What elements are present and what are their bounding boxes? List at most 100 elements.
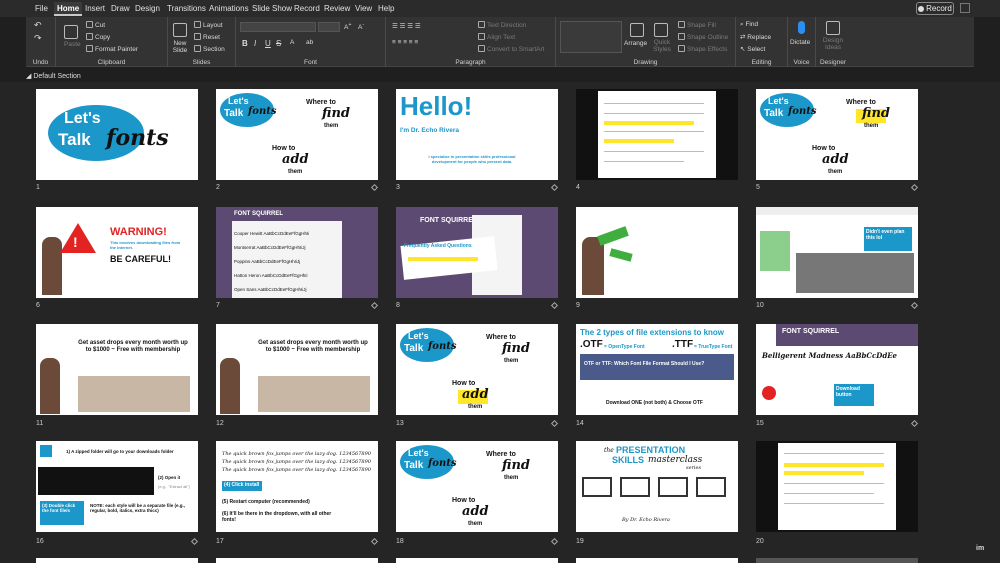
tab-transitions[interactable]: Transitions: [164, 2, 209, 16]
undo-icon[interactable]: ↶: [34, 20, 42, 31]
tab-help[interactable]: Help: [375, 2, 397, 16]
slide-25[interactable]: [756, 558, 918, 563]
tab-review[interactable]: Review: [321, 2, 353, 16]
underline-button[interactable]: U: [265, 39, 271, 48]
slide-21[interactable]: [36, 558, 198, 563]
decrease-font-icon[interactable]: A-: [358, 22, 364, 31]
slide-1[interactable]: Let's Talk fonts: [36, 89, 198, 180]
redo-icon[interactable]: ↷: [34, 33, 42, 44]
arrange-icon: [630, 23, 644, 37]
quick-styles-button[interactable]: Quick Styles: [650, 39, 674, 53]
avatar: [42, 237, 62, 295]
share-icon[interactable]: [960, 3, 970, 13]
slide-22[interactable]: [216, 558, 378, 563]
slide-7[interactable]: FONT SQUIRREL Cooper Hewitt AaBbCcDdEeFf…: [216, 207, 378, 298]
new-slide-button[interactable]: New Slide: [168, 40, 192, 54]
new-slide-icon: [173, 23, 187, 37]
section-button[interactable]: Section: [194, 45, 225, 53]
money-icon: [597, 226, 629, 246]
tab-view[interactable]: View: [352, 2, 375, 16]
laptop-icon: [620, 477, 650, 497]
microphone-icon: [798, 21, 805, 34]
transition-icon: [550, 301, 559, 310]
tab-animations[interactable]: Animations: [206, 2, 252, 16]
tab-design[interactable]: Design: [132, 2, 163, 16]
increase-font-icon[interactable]: A+: [344, 22, 352, 31]
group-drawing: Arrange Quick Styles Shape Fill Shape Ou…: [556, 17, 736, 67]
tab-file[interactable]: File: [32, 2, 51, 16]
copy-button[interactable]: Copy: [86, 33, 110, 41]
dictate-button[interactable]: Dictate: [790, 39, 810, 46]
font-size-select[interactable]: [318, 22, 340, 32]
paste-button[interactable]: Paste: [64, 41, 81, 48]
find-button[interactable]: ⌕ Find: [740, 21, 758, 29]
ribbon: ↶ ↷ Undo Paste Cut Copy Format Painter C…: [26, 17, 974, 67]
highlight-icon[interactable]: ab: [306, 39, 313, 46]
slide-3[interactable]: Hello! I'm Dr. Echo Rivera I specialize …: [396, 89, 558, 180]
tab-draw[interactable]: Draw: [108, 2, 133, 16]
slide-10[interactable]: Didn't even plan this lol: [756, 207, 918, 298]
layout-button[interactable]: Layout: [194, 21, 223, 29]
slide-2[interactable]: Let's Talk fonts Where to find them How …: [216, 89, 378, 180]
transition-icon: [550, 183, 559, 192]
slide-13[interactable]: Let's Talk fonts Where to find them How …: [396, 324, 558, 415]
shapes-gallery[interactable]: [560, 21, 622, 53]
reset-button[interactable]: Reset: [194, 33, 220, 41]
watermark: im: [976, 545, 985, 552]
tab-insert[interactable]: Insert: [82, 2, 108, 16]
tab-slide-show[interactable]: Slide Show: [249, 2, 295, 16]
bullets-icon[interactable]: ☰ ☰ ☰ ☰: [392, 22, 421, 30]
slide-14[interactable]: The 2 types of file extensions to know .…: [576, 324, 738, 415]
group-font: A+ A- B I U S A ab Font: [236, 17, 386, 67]
align-icon[interactable]: ≡ ≡ ≡ ≡ ≡: [392, 39, 418, 46]
bold-button[interactable]: B: [242, 39, 248, 48]
shape-outline-button[interactable]: Shape Outline: [678, 33, 728, 41]
group-paragraph: ☰ ☰ ☰ ☰ ≡ ≡ ≡ ≡ ≡ Text Direction Align T…: [386, 17, 556, 67]
slide-24[interactable]: [576, 558, 738, 563]
cut-button[interactable]: Cut: [86, 21, 105, 29]
slide-23[interactable]: [396, 558, 558, 563]
slide-8[interactable]: FONT SQUIRREL Frequently Asked Questions: [396, 207, 558, 298]
select-button[interactable]: ↖ Select: [740, 45, 765, 53]
slide-12[interactable]: Get asset drops every month worth up to …: [216, 324, 378, 415]
italic-button[interactable]: I: [254, 39, 256, 48]
transition-icon: [370, 183, 379, 192]
text-direction-button[interactable]: Text Direction: [478, 21, 526, 29]
slide-9[interactable]: [576, 207, 738, 298]
transition-icon: [550, 419, 559, 428]
slide-6[interactable]: ! WARNING! This involves downloading fil…: [36, 207, 198, 298]
align-text-icon: [478, 33, 485, 40]
shape-fill-button[interactable]: Shape Fill: [678, 21, 716, 29]
record-button[interactable]: Record: [916, 2, 954, 15]
section-header[interactable]: ◢ Default Section: [26, 72, 81, 80]
outline-icon: [678, 33, 685, 40]
design-ideas-button[interactable]: Design Ideas: [818, 37, 848, 51]
slide-4[interactable]: [576, 89, 738, 180]
laptop-icon: [658, 477, 688, 497]
slide-15[interactable]: FONT SQUIRREL Belligerent Madness AaBbCc…: [756, 324, 918, 415]
tab-home[interactable]: Home: [54, 2, 83, 16]
paste-icon: [64, 25, 78, 39]
replace-button[interactable]: ⇄ Replace: [740, 33, 771, 41]
format-painter-button[interactable]: Format Painter: [86, 45, 138, 53]
slide-17[interactable]: The quick brown fox jumps over the lazy …: [216, 441, 378, 532]
slide-18[interactable]: Let's Talk fonts Where to find them How …: [396, 441, 558, 532]
group-designer: Design Ideas Designer: [816, 17, 850, 67]
align-text-button[interactable]: Align Text: [478, 33, 515, 41]
font-color-icon[interactable]: A: [290, 39, 294, 46]
transition-icon: [370, 537, 379, 546]
smartart-button[interactable]: Convert to SmartArt: [478, 45, 544, 53]
tab-record[interactable]: Record: [291, 2, 323, 16]
slide-20[interactable]: [756, 441, 918, 532]
slide-19[interactable]: the PRESENTATION SKILLS masterclass seri…: [576, 441, 738, 532]
shape-effects-button[interactable]: Shape Effects: [678, 45, 727, 53]
arrange-button[interactable]: Arrange: [624, 40, 647, 47]
slide-11[interactable]: Get asset drops every month worth up to …: [36, 324, 198, 415]
slide-5[interactable]: Let's Talk fonts Where to find them How …: [756, 89, 918, 180]
layout-icon: [194, 21, 201, 28]
font-name-select[interactable]: [240, 22, 316, 32]
strikethrough-button[interactable]: S: [276, 39, 281, 48]
section-icon: [194, 45, 201, 52]
slide-16[interactable]: 1) A zipped folder will go to your downl…: [36, 441, 198, 532]
transition-icon: [190, 537, 199, 546]
